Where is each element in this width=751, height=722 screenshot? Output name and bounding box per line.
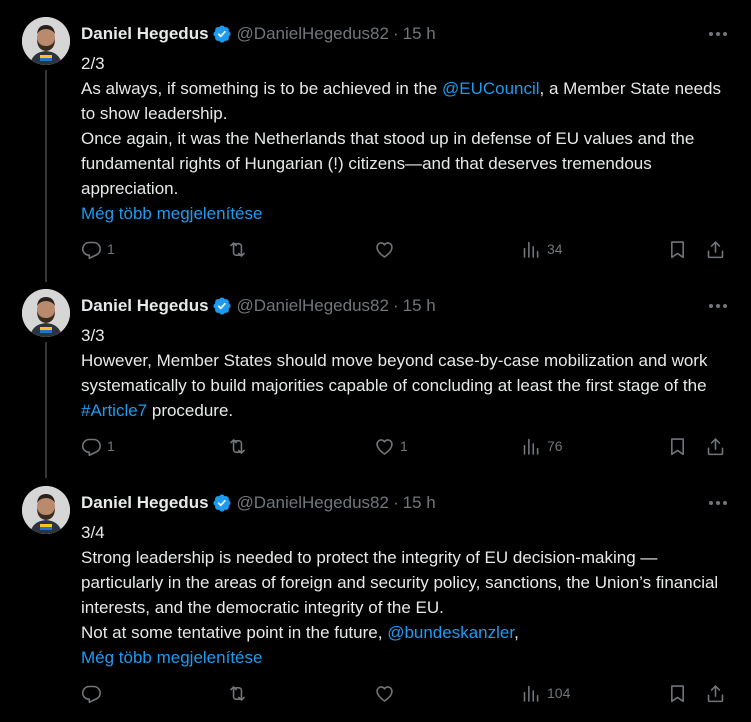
- thread-line: [45, 342, 47, 478]
- paragraph: However, Member States should move beyon…: [81, 348, 731, 423]
- reply-icon: [81, 241, 101, 259]
- author-name[interactable]: Daniel Hegedus: [81, 296, 209, 316]
- author-name[interactable]: Daniel Hegedus: [81, 24, 209, 44]
- avatar[interactable]: [22, 486, 70, 534]
- thread-line: [45, 70, 47, 282]
- reply-count: 1: [107, 438, 115, 454]
- repost-icon: [230, 438, 245, 454]
- paragraph: Once again, it was the Netherlands that …: [81, 129, 695, 198]
- timestamp[interactable]: 15 h: [403, 296, 436, 316]
- views-icon: [523, 241, 539, 258]
- views-icon: [523, 438, 539, 455]
- reply-icon: [81, 685, 101, 703]
- like-icon: [376, 438, 393, 455]
- like-count: 1: [400, 438, 408, 454]
- paragraph: Not at some tentative point in the futur…: [81, 620, 731, 645]
- tweet-text: 3/3 However, Member States should move b…: [81, 323, 731, 423]
- like-icon: [376, 241, 393, 258]
- thread-position: 3/3: [81, 326, 105, 345]
- like-button[interactable]: [374, 681, 400, 705]
- separator-dot: ·: [392, 296, 399, 315]
- paragraph: Strong leadership is needed to protect t…: [81, 548, 719, 617]
- repost-button[interactable]: [227, 237, 253, 261]
- like-button[interactable]: [374, 237, 400, 261]
- repost-icon: [230, 685, 245, 701]
- action-bar: 104: [81, 681, 731, 705]
- author-handle[interactable]: @DanielHegedus82: [237, 493, 389, 513]
- text-segment: As always, if something is to be achieve…: [81, 79, 442, 98]
- timestamp[interactable]: 15 h: [403, 24, 436, 44]
- share-icon: [707, 437, 724, 455]
- tweet-text: 2/3 As always, if something is to be ach…: [81, 51, 731, 226]
- views-button[interactable]: 34: [521, 237, 563, 261]
- text-segment: Not at some tentative point in the futur…: [81, 623, 388, 642]
- repost-button[interactable]: [227, 434, 253, 458]
- views-button[interactable]: 104: [521, 681, 570, 705]
- timestamp[interactable]: 15 h: [403, 493, 436, 513]
- verified-badge-icon[interactable]: [212, 24, 232, 44]
- bookmark-icon: [671, 240, 684, 258]
- more-icon[interactable]: [707, 494, 729, 512]
- thread-position: 3/4: [81, 523, 105, 542]
- show-more-link[interactable]: Még több megjelenítése: [81, 201, 731, 226]
- thread-position: 2/3: [81, 54, 105, 73]
- share-icon: [707, 684, 724, 702]
- views-count: 104: [547, 685, 571, 701]
- bookmark-icon: [671, 684, 684, 702]
- action-bar: 1 1 76: [81, 434, 731, 458]
- mention-link[interactable]: @bundeskanzler: [387, 623, 514, 642]
- hashtag-link[interactable]: #Article7: [81, 401, 147, 420]
- text-segment: procedure.: [147, 401, 234, 420]
- reply-button[interactable]: 1: [81, 237, 115, 261]
- verified-badge-icon[interactable]: [212, 296, 232, 316]
- more-icon[interactable]: [707, 297, 729, 315]
- views-count: 76: [547, 438, 563, 454]
- separator-dot: ·: [392, 493, 399, 512]
- reply-icon: [81, 438, 101, 456]
- bookmark-icon: [671, 437, 684, 455]
- avatar[interactable]: [22, 289, 70, 337]
- author-name[interactable]: Daniel Hegedus: [81, 493, 209, 513]
- bookmark-button[interactable]: [667, 237, 688, 261]
- author-handle[interactable]: @DanielHegedus82: [237, 296, 389, 316]
- reply-button[interactable]: [81, 681, 107, 705]
- like-icon: [376, 685, 393, 702]
- show-more-link[interactable]: Még több megjelenítése: [81, 645, 731, 670]
- views-button[interactable]: 76: [521, 434, 563, 458]
- reply-count: 1: [107, 241, 115, 257]
- action-bar: 1 34: [81, 237, 731, 261]
- separator-dot: ·: [392, 24, 399, 43]
- reply-button[interactable]: 1: [81, 434, 115, 458]
- more-icon[interactable]: [707, 25, 729, 43]
- share-button[interactable]: [705, 237, 726, 261]
- author-handle[interactable]: @DanielHegedus82: [237, 24, 389, 44]
- paragraph: As always, if something is to be achieve…: [81, 76, 731, 126]
- repost-button[interactable]: [227, 681, 253, 705]
- share-icon: [707, 240, 724, 258]
- bookmark-button[interactable]: [667, 434, 688, 458]
- text-segment: However, Member States should move beyon…: [81, 351, 708, 395]
- views-icon: [523, 685, 539, 702]
- like-button[interactable]: 1: [374, 434, 408, 458]
- share-button[interactable]: [705, 681, 726, 705]
- text-segment: ,: [514, 623, 519, 642]
- share-button[interactable]: [705, 434, 726, 458]
- tweet-text: 3/4 Strong leadership is needed to prote…: [81, 520, 731, 670]
- repost-icon: [230, 241, 245, 257]
- verified-badge-icon[interactable]: [212, 493, 232, 513]
- avatar[interactable]: [22, 17, 70, 65]
- views-count: 34: [547, 241, 563, 257]
- mention-link[interactable]: @EUCouncil: [442, 79, 540, 98]
- bookmark-button[interactable]: [667, 681, 688, 705]
